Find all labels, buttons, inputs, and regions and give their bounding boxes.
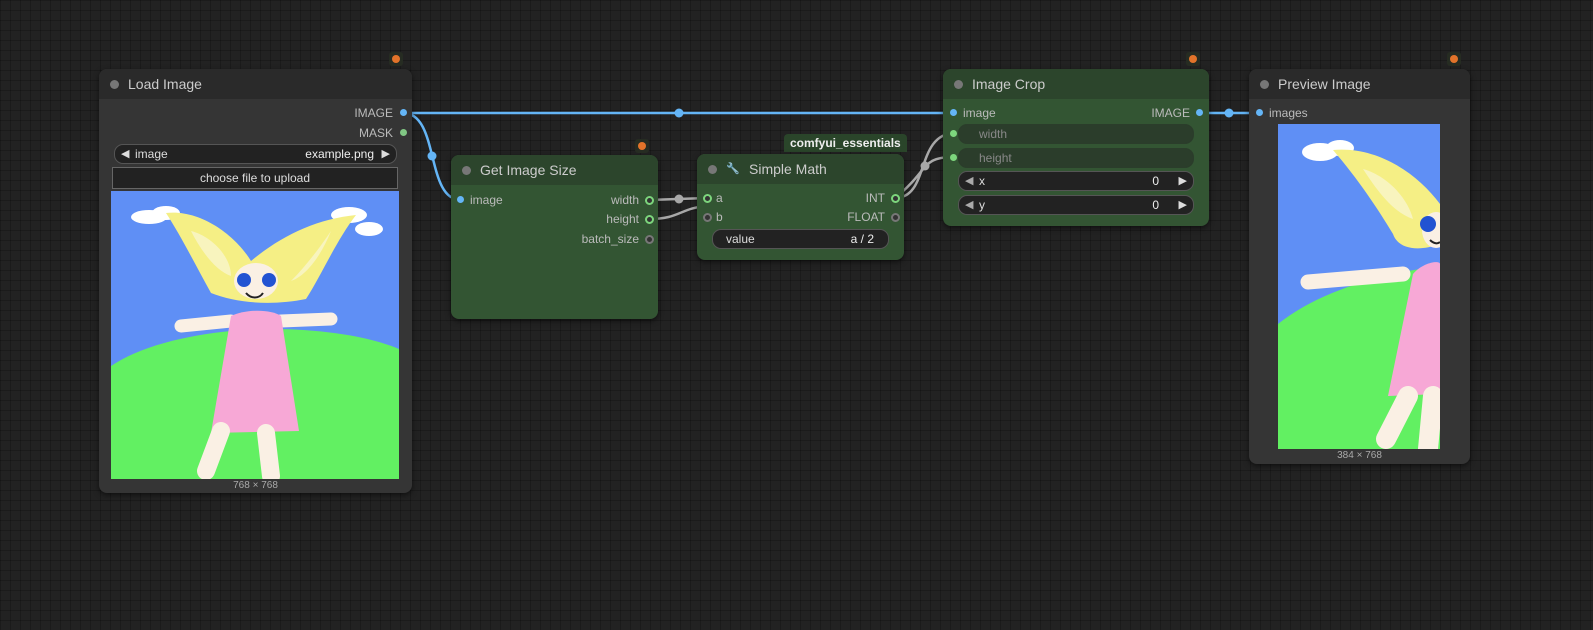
input-slot-b[interactable] bbox=[703, 213, 712, 222]
value-text-widget[interactable]: value a / 2 bbox=[712, 229, 889, 249]
output-slot-width[interactable] bbox=[645, 196, 654, 205]
node-badge-fox-icon bbox=[1447, 52, 1461, 66]
increment-arrow-icon[interactable]: ▶ bbox=[1179, 198, 1187, 211]
node-title-bar[interactable]: Load Image bbox=[99, 69, 412, 99]
simple-math-node[interactable]: 🔧 Simple Math a b INT FLOAT value a / 2 bbox=[697, 154, 904, 260]
link-midpoint bbox=[674, 194, 684, 204]
input-label-image: image bbox=[470, 193, 503, 207]
link-midpoint bbox=[920, 161, 930, 171]
input-slot-a[interactable] bbox=[703, 194, 712, 203]
input-slot-width[interactable] bbox=[950, 130, 957, 137]
node-badge-fox-icon bbox=[389, 52, 403, 66]
input-label-image: image bbox=[963, 106, 996, 120]
group-tag-comfyui-essentials: comfyui_essentials bbox=[784, 134, 907, 152]
width-widget-converted: width bbox=[958, 124, 1194, 144]
output-slot-image[interactable] bbox=[1196, 109, 1203, 116]
link-midpoint bbox=[674, 108, 684, 118]
widget-value: a / 2 bbox=[850, 232, 874, 246]
collapse-dot[interactable] bbox=[110, 80, 119, 89]
output-slot-float[interactable] bbox=[891, 213, 900, 222]
node-title: Simple Math bbox=[749, 161, 827, 177]
get-image-size-node[interactable]: Get Image Size image width height batch_… bbox=[451, 155, 658, 319]
upload-button[interactable]: choose file to upload bbox=[112, 167, 398, 189]
y-number-widget[interactable]: ◀ y 0 ▶ bbox=[958, 195, 1194, 215]
preview-image-node[interactable]: Preview Image images 384 × 768 bbox=[1249, 69, 1470, 464]
preview-output-image bbox=[1278, 124, 1440, 449]
output-slot-int[interactable] bbox=[891, 194, 900, 203]
link-midpoint bbox=[427, 151, 437, 161]
output-label-int: INT bbox=[865, 191, 885, 205]
widget-label: x bbox=[979, 174, 985, 188]
widget-label: y bbox=[979, 198, 985, 212]
widget-value: example.png bbox=[305, 147, 374, 161]
output-slot-mask[interactable] bbox=[400, 129, 407, 136]
node-title-bar[interactable]: Get Image Size bbox=[451, 155, 658, 185]
widget-label: height bbox=[979, 151, 1012, 165]
output-slot-image[interactable] bbox=[400, 109, 407, 116]
drawing-girl-cropped-image bbox=[1278, 124, 1440, 449]
input-label-images: images bbox=[1269, 106, 1308, 120]
link-midpoint bbox=[1224, 108, 1234, 118]
collapse-dot[interactable] bbox=[954, 80, 963, 89]
node-title-bar[interactable]: Preview Image bbox=[1249, 69, 1470, 99]
output-label-float: FLOAT bbox=[847, 210, 885, 224]
node-title: Load Image bbox=[128, 76, 202, 92]
widget-label: value bbox=[726, 232, 755, 246]
output-label-width: width bbox=[610, 193, 639, 207]
image-size-caption: 384 × 768 bbox=[1337, 450, 1382, 461]
decrement-arrow-icon[interactable]: ◀ bbox=[965, 174, 973, 187]
output-label-height: height bbox=[606, 212, 639, 226]
widget-value: 0 bbox=[1152, 198, 1159, 212]
output-label-mask: MASK bbox=[358, 126, 393, 140]
wrench-icon: 🔧 bbox=[726, 163, 740, 175]
decrement-arrow-icon[interactable]: ◀ bbox=[121, 147, 129, 160]
node-badge-fox-icon bbox=[635, 139, 649, 153]
widget-value: 0 bbox=[1152, 174, 1159, 188]
x-number-widget[interactable]: ◀ x 0 ▶ bbox=[958, 171, 1194, 191]
node-title: Preview Image bbox=[1278, 76, 1371, 92]
image-combo-widget[interactable]: ◀ image example.png ▶ bbox=[114, 144, 397, 164]
height-widget-converted: height bbox=[958, 148, 1194, 168]
input-slot-height[interactable] bbox=[950, 154, 957, 161]
input-label-a: a bbox=[716, 191, 723, 205]
image-preview bbox=[111, 191, 399, 479]
input-slot-images[interactable] bbox=[1256, 109, 1263, 116]
drawing-girl-image bbox=[111, 191, 399, 479]
node-title: Get Image Size bbox=[480, 162, 577, 178]
increment-arrow-icon[interactable]: ▶ bbox=[382, 147, 390, 160]
collapse-dot[interactable] bbox=[1260, 80, 1269, 89]
input-slot-image[interactable] bbox=[457, 196, 464, 203]
load-image-node[interactable]: Load Image IMAGE MASK ◀ image example.pn… bbox=[99, 69, 412, 493]
decrement-arrow-icon[interactable]: ◀ bbox=[965, 198, 973, 211]
node-title-bar[interactable]: 🔧 Simple Math bbox=[697, 154, 904, 184]
output-slot-height[interactable] bbox=[645, 215, 654, 224]
output-label-image: IMAGE bbox=[1151, 106, 1190, 120]
image-crop-node[interactable]: Image Crop image IMAGE width height ◀ x … bbox=[943, 69, 1209, 226]
input-slot-image[interactable] bbox=[950, 109, 957, 116]
node-badge-fox-icon bbox=[1186, 52, 1200, 66]
node-title: Image Crop bbox=[972, 76, 1046, 92]
input-label-b: b bbox=[716, 210, 723, 224]
collapse-dot[interactable] bbox=[462, 166, 471, 175]
output-label-image: IMAGE bbox=[354, 106, 393, 120]
widget-label: image bbox=[135, 147, 168, 161]
output-slot-batch-size[interactable] bbox=[645, 235, 654, 244]
collapse-dot[interactable] bbox=[708, 165, 717, 174]
widget-label: width bbox=[979, 127, 1008, 141]
node-title-bar[interactable]: Image Crop bbox=[943, 69, 1209, 99]
increment-arrow-icon[interactable]: ▶ bbox=[1179, 174, 1187, 187]
output-label-batch-size: batch_size bbox=[581, 232, 639, 246]
image-size-caption: 768 × 768 bbox=[233, 480, 278, 491]
